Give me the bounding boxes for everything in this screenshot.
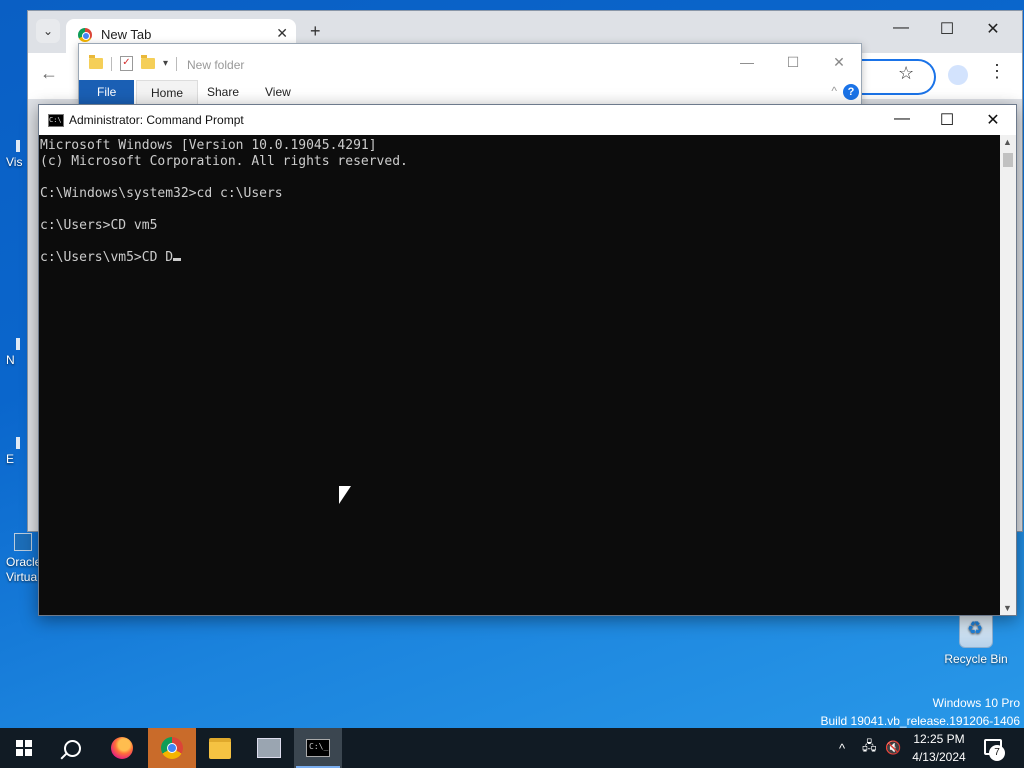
- cmd-minimize-button[interactable]: —: [879, 110, 925, 128]
- ribbon-tab-file[interactable]: File: [79, 80, 135, 104]
- recycle-bin-icon: [959, 612, 993, 648]
- explorer-titlebar: ✓ ▾ New folder — ☐ ✕: [79, 44, 861, 80]
- scrollbar-thumb[interactable]: [1003, 153, 1013, 167]
- chrome-minimize-button[interactable]: —: [878, 19, 924, 37]
- chrome-menu-icon[interactable]: ⋮: [988, 61, 1006, 82]
- file-explorer-window: ✓ ▾ New folder — ☐ ✕ File Home Share Vie…: [78, 43, 862, 105]
- chrome-icon: [161, 737, 183, 759]
- tab-close-icon[interactable]: ✕: [276, 25, 288, 42]
- explorer-close-button[interactable]: ✕: [819, 54, 859, 71]
- network-tray-icon[interactable]: 🖧: [862, 728, 877, 768]
- tray-overflow-chevron[interactable]: ^: [839, 728, 845, 768]
- new-tab-button[interactable]: +: [310, 21, 321, 42]
- start-button[interactable]: [0, 728, 48, 768]
- console-line: C:\Windows\system32>cd c:\Users: [40, 186, 283, 201]
- desktop-icon-fragment[interactable]: Vis: [6, 140, 22, 169]
- virtualbox-icon: [14, 533, 32, 551]
- toolbar-divider: [111, 56, 112, 71]
- clock-date: 4/13/2024: [912, 750, 966, 764]
- notification-badge: 7: [989, 745, 1005, 761]
- explorer-maximize-button[interactable]: ☐: [773, 54, 813, 71]
- scroll-up-icon[interactable]: ▲: [1003, 137, 1012, 147]
- search-button[interactable]: [48, 728, 96, 768]
- cmd-app-icon: C:\: [48, 114, 64, 127]
- mouse-pointer-icon: [339, 486, 351, 504]
- ribbon-collapse-icon[interactable]: ^: [831, 84, 837, 98]
- windows-logo-icon: [16, 740, 32, 756]
- search-icon: [63, 739, 81, 757]
- cmd-scrollbar[interactable]: ▲ ▼: [1000, 135, 1016, 615]
- command-prompt-icon: C:\_: [306, 739, 330, 757]
- console-line: c:\Users>CD vm5: [40, 218, 158, 233]
- profile-icon[interactable]: [948, 65, 968, 85]
- chrome-close-button[interactable]: ✕: [970, 19, 1016, 39]
- ribbon-tab-home[interactable]: Home: [136, 80, 199, 105]
- taskbar-file-explorer[interactable]: [196, 728, 244, 768]
- back-button[interactable]: ←: [40, 63, 58, 84]
- taskbar: C:\_ ^ 🖧 🔇 12:25 PM 4/13/2024 7: [0, 728, 1024, 768]
- tab-search-button[interactable]: ⌄: [36, 19, 60, 43]
- recycle-bin-label: Recycle Bin: [944, 652, 1008, 666]
- windows-watermark: Windows 10 Pro Build 19041.vb_release.19…: [821, 694, 1021, 730]
- taskbar-network-app[interactable]: [245, 728, 293, 768]
- help-icon[interactable]: ?: [843, 84, 859, 100]
- properties-icon[interactable]: ✓: [120, 56, 133, 71]
- quick-access-toolbar: ✓ ▾: [89, 55, 178, 71]
- text-cursor: [173, 258, 182, 261]
- explorer-ribbon: File Home Share View ^ ?: [79, 80, 861, 105]
- taskbar-firefox[interactable]: [98, 728, 146, 768]
- command-prompt-window: C:\ Administrator: Command Prompt — ☐ ✕ …: [38, 104, 1017, 616]
- tab-title: New Tab: [101, 27, 152, 42]
- cmd-maximize-button[interactable]: ☐: [924, 110, 970, 130]
- ribbon-tab-view[interactable]: View: [251, 80, 305, 104]
- address-bar[interactable]: [854, 59, 936, 95]
- ribbon-tab-share[interactable]: Share: [193, 80, 253, 104]
- console-line: Microsoft Windows [Version 10.0.19045.42…: [40, 138, 377, 153]
- customize-dropdown-icon[interactable]: ▾: [163, 58, 168, 69]
- clock-time: 12:25 PM: [913, 732, 965, 746]
- console-input-line[interactable]: c:\Users\vm5>CD D: [40, 250, 999, 266]
- network-app-icon: [257, 738, 281, 758]
- firefox-icon: [111, 737, 133, 759]
- new-folder-icon[interactable]: [141, 55, 155, 69]
- console-line: (c) Microsoft Corporation. All rights re…: [40, 154, 408, 169]
- taskbar-command-prompt[interactable]: C:\_: [294, 728, 342, 768]
- clock[interactable]: 12:25 PM 4/13/2024: [898, 730, 980, 766]
- explorer-minimize-button[interactable]: —: [727, 54, 767, 70]
- desktop-icon-fragment[interactable]: N: [6, 338, 20, 367]
- watermark-edition: Windows 10 Pro: [932, 696, 1020, 710]
- cmd-titlebar[interactable]: C:\ Administrator: Command Prompt — ☐ ✕: [39, 105, 1016, 135]
- scroll-down-icon[interactable]: ▼: [1003, 603, 1012, 613]
- recycle-bin[interactable]: Recycle Bin: [938, 612, 1014, 666]
- chrome-maximize-button[interactable]: ☐: [924, 19, 970, 39]
- desktop-icon-fragment[interactable]: E: [6, 437, 20, 466]
- file-explorer-icon: [209, 737, 231, 759]
- bookmark-star-icon[interactable]: ☆: [898, 63, 914, 84]
- taskbar-chrome[interactable]: [148, 728, 196, 768]
- explorer-title: New folder: [187, 58, 245, 72]
- cmd-title: Administrator: Command Prompt: [69, 113, 244, 127]
- toolbar-divider: [176, 56, 178, 71]
- folder-icon: [89, 55, 103, 69]
- console-current-command: c:\Users\vm5>CD D: [40, 250, 174, 265]
- console-output[interactable]: Microsoft Windows [Version 10.0.19045.42…: [39, 135, 999, 615]
- chrome-favicon-icon: [78, 28, 92, 42]
- cmd-close-button[interactable]: ✕: [970, 110, 1016, 130]
